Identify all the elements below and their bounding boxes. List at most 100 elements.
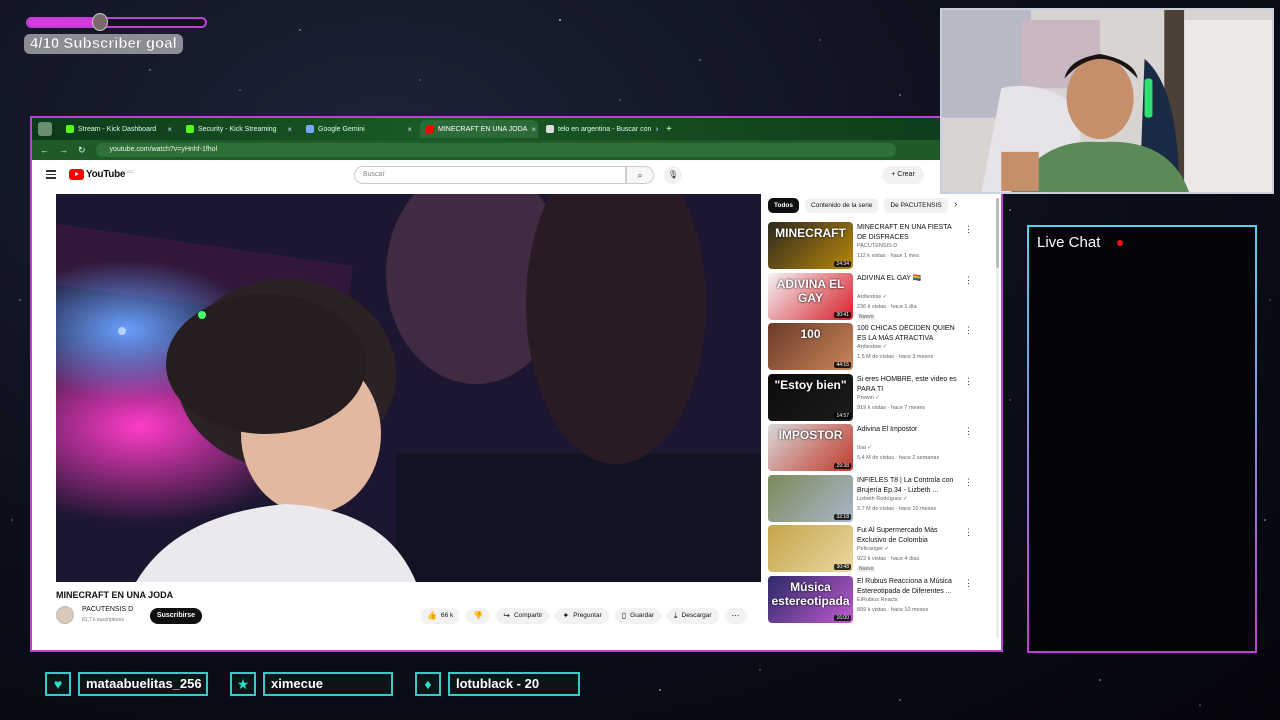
more-vertical-icon[interactable]: ⋮ [964, 477, 973, 488]
recommended-video[interactable]: Música estereotipada 16:00 El Rubius Reacc… [768, 575, 1000, 627]
tab-favicon-icon [66, 125, 74, 133]
more-vertical-icon[interactable]: ⋮ [964, 325, 973, 336]
video-player[interactable] [56, 194, 761, 582]
share-label: Compartir [513, 612, 543, 619]
filter-chip[interactable]: Todos [768, 198, 800, 213]
more-vertical-icon[interactable]: ⋮ [964, 527, 973, 538]
recommended-video-title[interactable]: MINECRAFT EN UNA FIESTA DE DISFRACES [857, 223, 961, 243]
live-indicator-icon [1117, 240, 1123, 246]
more-vertical-icon[interactable]: ⋮ [964, 224, 973, 235]
filter-chip[interactable]: Contenido de la serie [805, 198, 879, 213]
filter-chips: Todos Contenido de la serie De PACUTENSIS [768, 198, 948, 213]
search-icon[interactable]: ⌕ [626, 166, 654, 184]
close-tab-icon[interactable]: × [163, 125, 172, 134]
recommended-video[interactable]: ADIVINA EL GAY 30:41 ADIVINA EL GAY 🏳️‍🌈 Ar… [768, 272, 1000, 324]
recommended-video-channel[interactable]: PACUTENSIS D [857, 243, 897, 249]
follower-badge-3: ♦ lotublack - 20 [415, 672, 580, 696]
recommended-video-title[interactable]: El Rubius Reacciona a Música Estereotipa… [857, 577, 961, 597]
tab-favicon-icon [306, 125, 314, 133]
thumbs-up-icon: 👍 [427, 611, 437, 620]
channel-name[interactable]: PACUTENSIS D [82, 606, 133, 613]
search-input[interactable]: Buscar [354, 166, 626, 184]
video-duration: 30:48 [834, 564, 851, 570]
chevron-right-icon[interactable]: › [954, 199, 957, 210]
recommended-video-title[interactable]: Si eres HOMBRE, este video es PARA TI [857, 375, 961, 395]
recommended-video-channel[interactable]: Lizbeth Rodríguez ✓ [857, 496, 908, 502]
recommendation-list: MINECRAFT 24:34 MINECRAFT EN UNA FIESTA DE… [768, 222, 1000, 626]
recommended-video-meta: 899 k vistas · hace 10 meses [857, 606, 929, 613]
recommended-video-channel[interactable]: Prowin ✓ [857, 395, 880, 401]
sidebar-scrollbar[interactable] [996, 198, 999, 638]
share-button[interactable]: ↪ Compartir [496, 608, 550, 624]
like-button[interactable]: 👍 66 k [420, 608, 461, 624]
video-thumbnail[interactable]: Música estereotipada 16:00 [768, 575, 853, 623]
recommended-video-channel[interactable]: ElRubius Reacts [857, 597, 898, 603]
recommended-video-meta: 3,7 M de vistas · hace 10 meses [857, 505, 937, 512]
filter-chip[interactable]: De PACUTENSIS [884, 198, 948, 213]
recommended-video-channel[interactable]: Ardiestow ✓ [857, 294, 887, 300]
recommended-video[interactable]: 32:18 INFIELES T8 | La Controla con Bruje… [768, 474, 1000, 526]
close-tab-icon[interactable]: × [651, 125, 658, 134]
recommended-video-title[interactable]: Adivina El Impostor [857, 425, 961, 435]
download-button[interactable]: ⤓ Descargar [667, 608, 719, 624]
new-tab-icon[interactable]: + [666, 124, 672, 135]
browser-tab[interactable]: telo en argentina - Buscar con× [540, 120, 658, 138]
hamburger-menu-icon[interactable] [46, 170, 56, 181]
video-thumbnail[interactable]: IMPOSTOR 29:38 [768, 424, 853, 471]
dislike-button[interactable]: 👎 [466, 608, 491, 624]
back-icon[interactable]: ← [40, 145, 49, 155]
recommended-video-title[interactable]: Fui Al Supermercado Más Exclusivo de Col… [857, 526, 961, 546]
video-thumbnail[interactable]: "Estoy bien" 14:57 [768, 373, 853, 421]
video-duration: 44:15 [834, 362, 851, 368]
close-tab-icon[interactable]: × [527, 125, 536, 134]
video-thumbnail[interactable]: 32:18 [768, 474, 853, 522]
recommended-video-meta: 922 k vistas · hace 4 días [857, 556, 920, 562]
scrollbar-thumb[interactable] [996, 198, 999, 268]
recommended-video-title[interactable]: ADIVINA EL GAY 🏳️‍🌈 [857, 274, 961, 284]
forward-icon[interactable]: → [59, 145, 68, 155]
browser-tab[interactable]: MINECRAFT EN UNA JODA × [420, 120, 538, 138]
microphone-icon[interactable]: 🎙 [664, 166, 682, 184]
save-button[interactable]: ▯ Guardar [614, 608, 661, 624]
live-chat-panel: Live Chat [1027, 225, 1257, 653]
video-frame [56, 194, 761, 582]
browser-tab[interactable]: Stream - Kick Dashboard × [60, 120, 178, 138]
video-thumbnail[interactable]: ADIVINA EL GAY 30:41 [768, 272, 853, 320]
thumbnail-text: ADIVINA EL GAY [776, 276, 845, 305]
url-field[interactable]: youtube.com/watch?v=yHnhf-1fhol [95, 143, 896, 157]
close-tab-icon[interactable]: × [403, 125, 412, 134]
youtube-wordmark: YouTube [86, 169, 126, 180]
youtube-logo[interactable]: YouTube CO [69, 169, 133, 180]
recommended-video[interactable]: 30:48 Fui Al Supermercado Más Exclusivo d… [768, 525, 1000, 576]
subscribe-button[interactable]: Suscribirse [150, 608, 202, 624]
recommended-video-channel[interactable]: Pelicanger ✓ [857, 546, 889, 552]
sparkle-icon: ✦ [562, 611, 570, 620]
ask-button[interactable]: ✦ Preguntar [555, 608, 609, 624]
video-thumbnail[interactable]: 30:48 [768, 525, 853, 572]
more-actions-button[interactable]: ⋯ [724, 608, 747, 624]
close-tab-icon[interactable]: × [283, 125, 292, 134]
reload-icon[interactable]: ↻ [78, 145, 86, 156]
video-thumbnail[interactable]: 100 44:15 [768, 323, 853, 370]
recommended-video[interactable]: 100 44:15 100 CHICAS DECIDEN QUIEN ES LA M… [768, 323, 1000, 374]
download-label: Descargar [681, 612, 712, 619]
more-vertical-icon[interactable]: ⋮ [964, 275, 973, 286]
tab-groups-icon[interactable] [38, 122, 52, 136]
create-button[interactable]: + Crear [882, 166, 924, 184]
tab-favicon-icon [426, 125, 434, 133]
recommended-video[interactable]: "Estoy bien" 14:57 Si eres HOMBRE, este vi… [768, 373, 1000, 425]
browser-tab[interactable]: Google Gemini × [300, 120, 418, 138]
channel-avatar[interactable] [56, 606, 74, 624]
video-thumbnail[interactable]: MINECRAFT 24:34 [768, 222, 853, 269]
browser-tab[interactable]: Security - Kick Streaming × [180, 120, 298, 138]
recommended-video[interactable]: MINECRAFT 24:34 MINECRAFT EN UNA FIESTA DE… [768, 222, 1000, 273]
recommended-video-channel[interactable]: Ibai ✓ [857, 445, 872, 451]
recommended-video-channel[interactable]: Ardiestow ✓ [857, 344, 887, 350]
more-vertical-icon[interactable]: ⋮ [964, 426, 973, 437]
more-vertical-icon[interactable]: ⋮ [964, 578, 973, 589]
more-vertical-icon[interactable]: ⋮ [964, 376, 973, 387]
recommended-video[interactable]: IMPOSTOR 29:38 Adivina El Impostor Ibai ✓ 5,… [768, 424, 1000, 475]
recommended-video-title[interactable]: 100 CHICAS DECIDEN QUIEN ES LA MÁS ATRAC… [857, 324, 961, 344]
webcam-image [942, 10, 1272, 192]
recommended-video-title[interactable]: INFIELES T8 | La Controla con Brujería E… [857, 476, 961, 496]
